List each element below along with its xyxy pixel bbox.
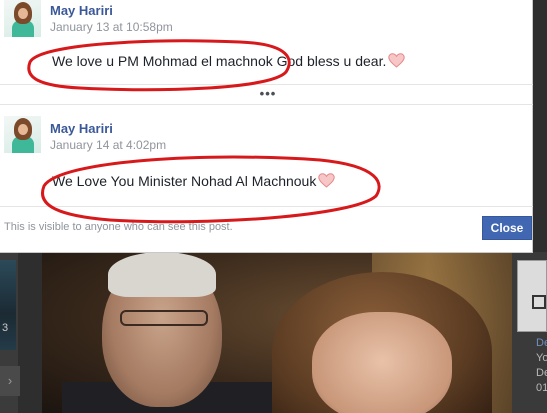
photo-man-glasses	[120, 310, 208, 326]
comment-timestamp[interactable]: January 13 at 10:58pm	[50, 20, 173, 34]
right-panel-text-4: 01	[536, 382, 547, 394]
comments-dialog: May Hariri January 13 at 10:58pm We love…	[0, 0, 533, 253]
comment-text-content: We love u PM Mohmad el machnok God bless…	[52, 53, 387, 69]
comment-text: We Love You Minister Nohad Al Machnouk	[52, 173, 336, 191]
heart-emoji-icon	[388, 53, 406, 71]
right-thumbnail-icon	[532, 295, 546, 309]
comment-author-link[interactable]: May Hariri	[50, 3, 113, 18]
post-photo[interactable]	[42, 252, 512, 413]
left-thumbnail-label: 3	[2, 322, 9, 334]
right-panel-text-2: Yo	[536, 352, 547, 364]
divider	[0, 84, 533, 85]
comment-author-link[interactable]: May Hariri	[50, 121, 113, 136]
comment-text: We love u PM Mohmad el machnok God bless…	[52, 53, 406, 71]
divider	[0, 206, 533, 207]
left-thumbnail[interactable]	[0, 260, 16, 350]
left-nav-arrow-icon[interactable]: ›	[0, 366, 20, 396]
right-panel-text-1[interactable]: De	[536, 337, 547, 349]
avatar[interactable]	[4, 0, 41, 37]
right-panel-text-3: De	[536, 367, 547, 379]
avatar[interactable]	[4, 116, 41, 153]
more-dots-icon[interactable]: •••	[258, 87, 278, 100]
visibility-note: This is visible to anyone who can see th…	[4, 221, 233, 233]
comment-timestamp[interactable]: January 14 at 4:02pm	[50, 138, 166, 152]
divider	[0, 104, 533, 105]
right-thumbnail-box[interactable]	[517, 260, 547, 332]
photo-woman-face	[312, 312, 452, 413]
close-button[interactable]: Close	[482, 216, 532, 240]
heart-emoji-icon	[318, 173, 336, 191]
photo-man-hair	[108, 252, 216, 297]
comment-text-content: We Love You Minister Nohad Al Machnouk	[52, 173, 317, 189]
